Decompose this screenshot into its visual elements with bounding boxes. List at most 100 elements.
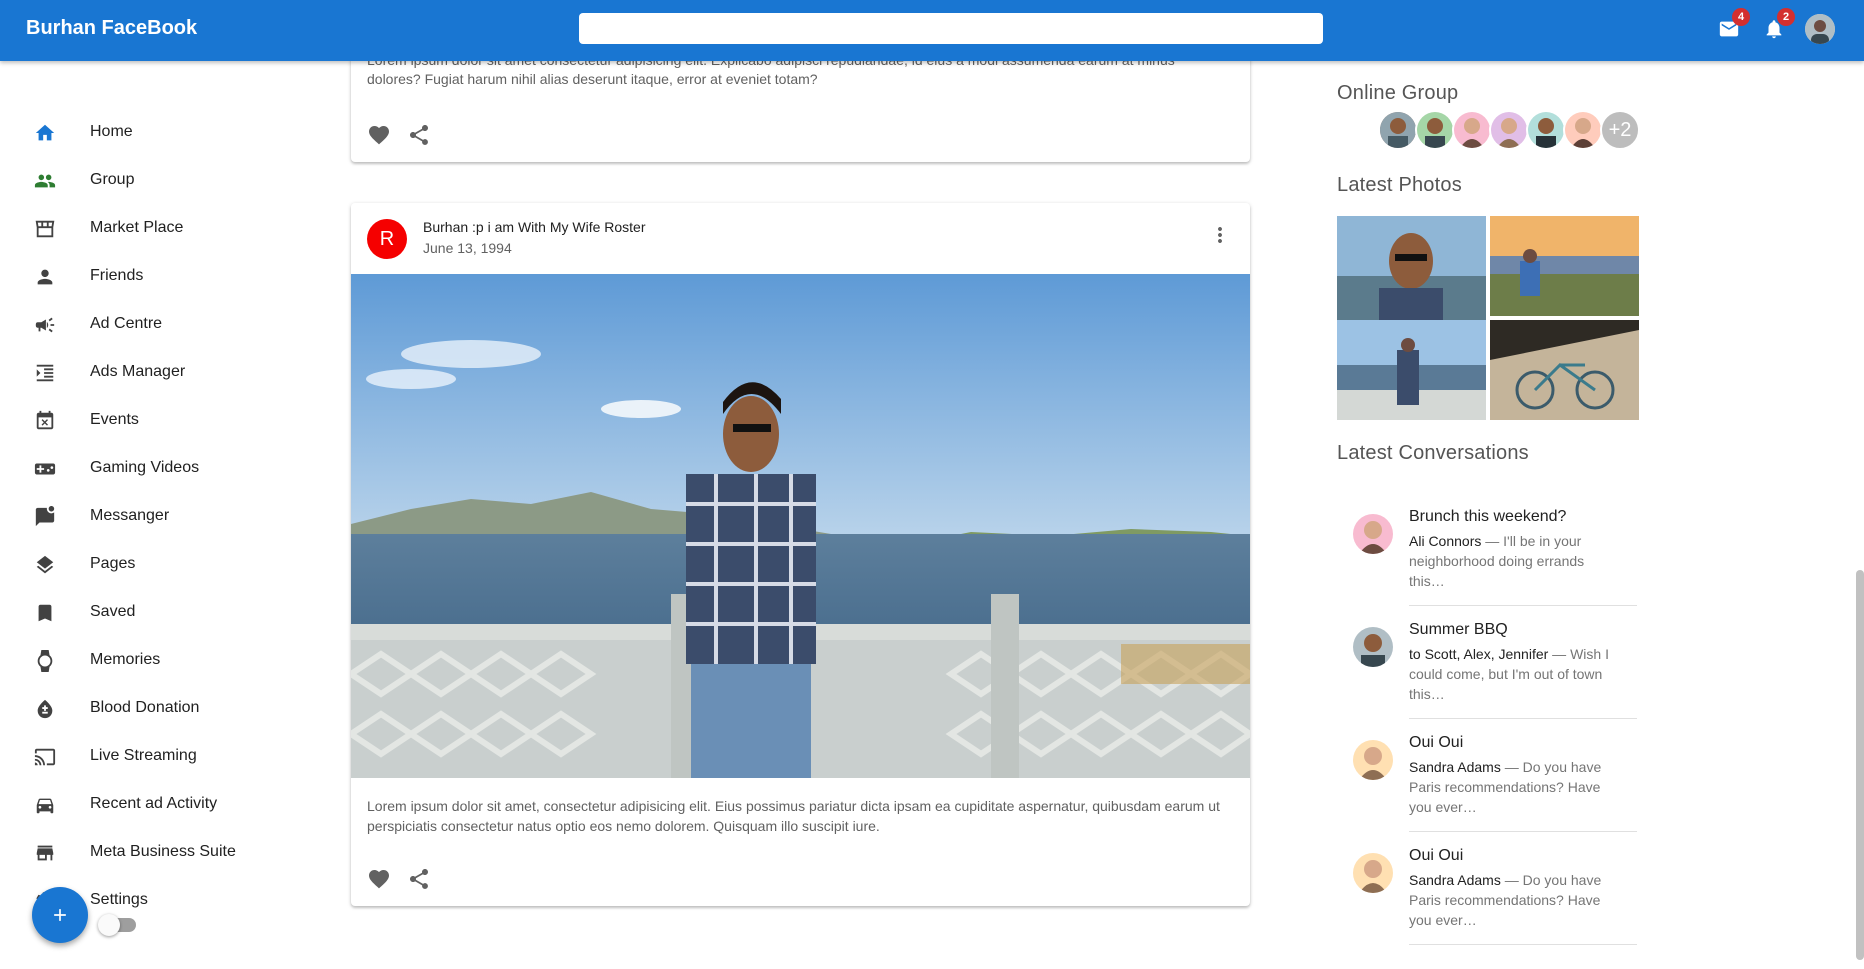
conversation-avatar — [1353, 740, 1393, 780]
share-button[interactable] — [405, 865, 433, 893]
mark-chat-icon — [34, 506, 56, 528]
conversation-from: Sandra Adams — [1409, 872, 1501, 888]
home-icon — [34, 122, 56, 144]
page-scrollbar[interactable] — [1856, 570, 1864, 960]
divider — [1409, 605, 1637, 606]
conversation-preview: Ali Connors — I'll be in your neighborho… — [1409, 531, 1619, 591]
sidebar-item-label: Memories — [90, 651, 161, 668]
conversation-preview: Sandra Adams — Do you have Paris recomme… — [1409, 870, 1619, 930]
conversation-title: Oui Oui — [1409, 847, 1464, 864]
sidebar-item-market-place[interactable]: Market Place — [0, 204, 250, 252]
sidebar-item-label: Group — [90, 171, 135, 188]
online-user-avatar[interactable] — [1489, 110, 1529, 150]
sidebar-item-label: Saved — [90, 603, 136, 620]
store-icon — [34, 842, 56, 864]
theme-toggle[interactable] — [98, 914, 136, 936]
watch-icon — [34, 650, 56, 672]
online-user-avatar[interactable] — [1563, 110, 1603, 150]
group-icon — [34, 170, 56, 192]
app-bar: Burhan FaceBook 4 2 — [0, 0, 1864, 61]
sidebar-item-saved[interactable]: Saved — [0, 588, 250, 636]
post-title: Burhan :p i am With My Wife Roster — [423, 219, 646, 235]
conversation-item[interactable]: Summer BBQ to Scott, Alex, Jennifer — Wi… — [1337, 611, 1637, 724]
latest-photo[interactable] — [1490, 320, 1639, 420]
latest-photo[interactable] — [1337, 216, 1486, 320]
sidebar-item-group[interactable]: Group — [0, 156, 250, 204]
sidebar-item-blood-donation[interactable]: Blood Donation — [0, 684, 250, 732]
mail-badge: 4 — [1732, 8, 1750, 26]
sidebar: Home Group Market Place Friends Ad Centr… — [0, 61, 260, 969]
post-photo[interactable] — [351, 274, 1250, 778]
notifications-button[interactable]: 2 — [1761, 8, 1795, 42]
sidebar-item-events[interactable]: Events — [0, 396, 250, 444]
post-card: R Burhan :p i am With My Wife Roster Jun… — [351, 203, 1250, 906]
sidebar-item-label: Pages — [90, 555, 136, 572]
sidebar-item-ad-centre[interactable]: Ad Centre — [0, 300, 250, 348]
latest-photo[interactable] — [1337, 320, 1486, 420]
layers-icon — [34, 554, 56, 576]
divider — [1409, 831, 1637, 832]
like-button[interactable] — [365, 865, 393, 893]
event-busy-icon — [34, 410, 56, 432]
sidebar-item-label: Ad Centre — [90, 315, 163, 332]
profile-avatar[interactable] — [1805, 14, 1835, 44]
sidebar-item-memories[interactable]: Memories — [0, 636, 250, 684]
online-user-avatar[interactable] — [1378, 110, 1418, 150]
cast-icon — [34, 746, 56, 768]
conversation-from: Ali Connors — [1409, 533, 1482, 549]
sidebar-item-gaming-videos[interactable]: Gaming Videos — [0, 444, 250, 492]
toggle-knob — [98, 914, 120, 936]
notification-badge: 2 — [1777, 8, 1795, 26]
conversation-item[interactable]: Oui Oui Sandra Adams — Do you have Paris… — [1337, 837, 1637, 950]
conversation-title: Brunch this weekend? — [1409, 508, 1567, 525]
sidebar-item-recent-ad-activity[interactable]: Recent ad Activity — [0, 780, 250, 828]
conversation-avatar — [1353, 514, 1393, 554]
online-more-count[interactable]: +2 — [1600, 110, 1640, 150]
sidebar-item-messanger[interactable]: Messanger — [0, 492, 250, 540]
mail-button[interactable]: 4 — [1716, 8, 1750, 42]
add-icon — [54, 909, 66, 921]
more-options-button[interactable] — [1206, 221, 1234, 249]
online-user-avatar[interactable] — [1452, 110, 1492, 150]
heart-icon — [369, 870, 389, 889]
search-input[interactable] — [579, 13, 1323, 44]
bookmark-icon — [34, 602, 56, 624]
person-icon — [34, 266, 56, 288]
sidebar-item-live-streaming[interactable]: Live Streaming — [0, 732, 250, 780]
post-text: dolores? Fugiat harum nihil alias deseru… — [367, 71, 818, 87]
latest-photo[interactable] — [1490, 216, 1639, 316]
online-user-avatar[interactable] — [1526, 110, 1566, 150]
sidebar-item-label: Events — [90, 411, 139, 428]
online-group-title: Online Group — [1337, 82, 1459, 104]
share-button[interactable] — [405, 121, 433, 149]
divider — [1409, 718, 1637, 719]
conversation-from: Sandra Adams — [1409, 759, 1501, 775]
post-avatar[interactable]: R — [367, 219, 407, 259]
sidebar-item-home[interactable]: Home — [0, 108, 250, 156]
conversation-preview: to Scott, Alex, Jennifer — Wish I could … — [1409, 644, 1619, 704]
online-user-avatar[interactable] — [1415, 110, 1455, 150]
conversation-from: to Scott, Alex, Jennifer — [1409, 646, 1549, 662]
conversation-avatar — [1353, 853, 1393, 893]
sidebar-item-meta-business-suite[interactable]: Meta Business Suite — [0, 828, 250, 876]
divider — [1409, 944, 1637, 945]
car-icon — [34, 794, 56, 816]
post-date: June 13, 1994 — [423, 240, 512, 256]
profile-photo — [1805, 14, 1835, 44]
sidebar-item-label: Gaming Videos — [90, 459, 200, 476]
sidebar-item-label: Market Place — [90, 219, 184, 236]
sidebar-item-label: Meta Business Suite — [90, 843, 236, 860]
conversation-item[interactable]: Oui Oui Sandra Adams — Do you have Paris… — [1337, 724, 1637, 837]
sidebar-item-pages[interactable]: Pages — [0, 540, 250, 588]
sidebar-item-friends[interactable]: Friends — [0, 252, 250, 300]
sidebar-item-ads-manager[interactable]: Ads Manager — [0, 348, 250, 396]
share-icon — [410, 125, 428, 145]
app-title[interactable]: Burhan FaceBook — [26, 17, 197, 40]
like-button[interactable] — [365, 121, 393, 149]
storefront-icon — [34, 218, 56, 240]
sidebar-item-label: Messanger — [90, 507, 170, 524]
add-fab-button[interactable] — [32, 887, 88, 943]
sidebar-item-label: Home — [90, 123, 133, 140]
sidebar-item-label: Friends — [90, 267, 144, 284]
conversation-item[interactable]: Brunch this weekend? Ali Connors — I'll … — [1337, 498, 1637, 611]
